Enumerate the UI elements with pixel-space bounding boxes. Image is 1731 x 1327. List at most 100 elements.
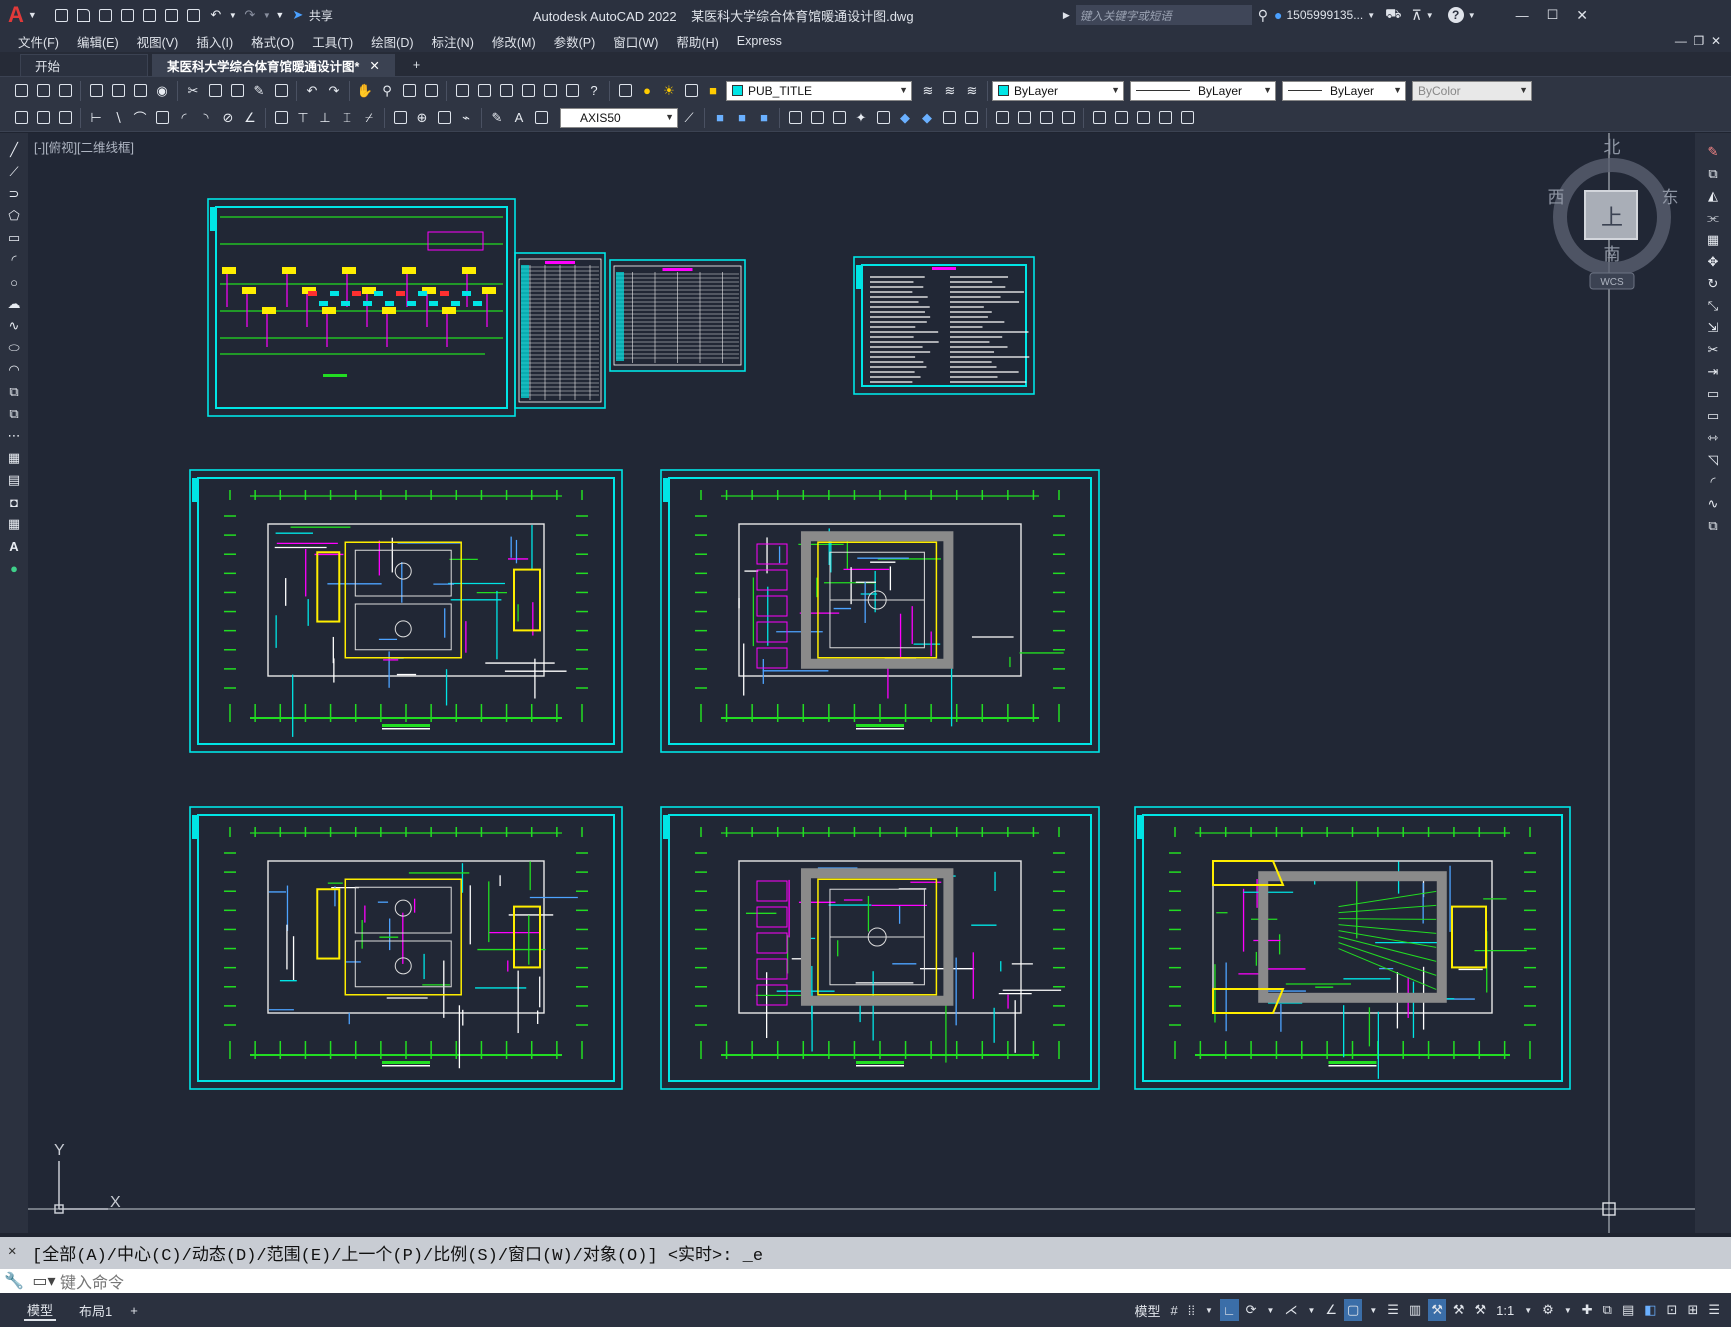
dim-continue-icon[interactable]: ⊥ — [315, 108, 335, 128]
calculator-icon[interactable] — [562, 81, 582, 101]
zoom-realtime-icon[interactable]: ⚲ — [377, 81, 397, 101]
trim-icon[interactable]: ✂ — [1703, 340, 1723, 360]
revcloud-icon[interactable]: ☁ — [4, 294, 24, 314]
extend-icon[interactable]: ⇥ — [1703, 362, 1723, 382]
grid-icon[interactable]: # — [1167, 1299, 1180, 1321]
layout-tab-layout1[interactable]: 布局1 — [76, 1299, 115, 1321]
dimstyle-dropdown[interactable]: AXIS50 ▼ — [560, 107, 678, 128]
mtext-icon[interactable]: A — [4, 536, 24, 556]
compass-south-label[interactable]: 南 — [1604, 245, 1621, 264]
explode-icon[interactable]: ⧉ — [1703, 516, 1723, 536]
annotation-scale[interactable]: 1:1 — [1493, 1299, 1517, 1321]
polygon-icon[interactable]: ⬠ — [4, 206, 24, 226]
point-icon[interactable]: ⋯ — [4, 426, 24, 446]
modify-icon-4[interactable]: ✦ — [851, 108, 871, 128]
arc-icon[interactable]: ◜ — [4, 250, 24, 270]
compass-east-label[interactable]: 东 — [1662, 188, 1679, 207]
dim-update-icon[interactable] — [531, 108, 551, 128]
dim-ordinate-icon[interactable] — [152, 108, 172, 128]
user-dropdown-icon[interactable]: ▼ — [1367, 11, 1375, 20]
array-icon[interactable]: ▦ — [1703, 230, 1723, 250]
command-input[interactable]: 键入命令 — [60, 1269, 124, 1293]
offset-icon[interactable]: ⫘ — [1703, 208, 1723, 228]
lineweight-icon[interactable]: ☰ — [1384, 1299, 1402, 1321]
publish-icon[interactable] — [140, 5, 160, 25]
doc-window-controls[interactable]: — ❐ ✕ — [1675, 34, 1721, 48]
erase-icon[interactable]: ✎ — [1703, 142, 1723, 162]
annotation-visibility-icon[interactable]: ⚒ — [1450, 1299, 1468, 1321]
shade-icon-2[interactable]: ■ — [732, 108, 752, 128]
quick-properties-icon[interactable]: ▤ — [1619, 1299, 1637, 1321]
chamfer-icon[interactable]: ◹ — [1703, 450, 1723, 470]
table-icon[interactable]: ▦ — [4, 514, 24, 534]
gradient-icon[interactable]: ▤ — [4, 470, 24, 490]
match-prop-icon[interactable]: ✎ — [249, 81, 269, 101]
modify-icon-7[interactable]: ◆ — [917, 108, 937, 128]
modify-icon-5[interactable] — [873, 108, 893, 128]
shade-icon-3[interactable]: ■ — [754, 108, 774, 128]
color-dropdown[interactable]: ByLayer ▼ — [992, 80, 1124, 101]
shade-icon-1[interactable]: ■ — [710, 108, 730, 128]
app-menu-dropdown-icon[interactable]: ▼ — [28, 10, 37, 20]
tool-palettes-icon[interactable] — [496, 81, 516, 101]
layer-tool-icon[interactable] — [11, 108, 31, 128]
command-recent-icon[interactable]: ▭▾ — [28, 1271, 60, 1291]
mirror-icon[interactable]: ◭ — [1703, 186, 1723, 206]
model-space-button[interactable]: 模型 — [1131, 1299, 1163, 1321]
polar-icon[interactable]: ⟳ — [1243, 1299, 1260, 1321]
maximize-button[interactable]: ☐ — [1547, 7, 1559, 23]
ortho-icon[interactable]: ∟ — [1219, 1299, 1239, 1321]
dim-edit-icon[interactable]: ✎ — [487, 108, 507, 128]
print-icon[interactable] — [86, 81, 106, 101]
dim-angular-icon[interactable]: ∠ — [240, 108, 260, 128]
move-icon[interactable]: ✥ — [1703, 252, 1723, 272]
isodraft-dropdown-icon[interactable]: ▼ — [1304, 1299, 1318, 1321]
modify-icon-6[interactable]: ◆ — [895, 108, 915, 128]
layout-tab-model[interactable]: 模型 — [24, 1299, 57, 1321]
menu-view[interactable]: 视图(V) — [137, 32, 191, 51]
autocad-logo[interactable]: A — [8, 2, 24, 28]
view-icon-6[interactable] — [1111, 108, 1131, 128]
break-point-icon[interactable]: ▭ — [1703, 384, 1723, 404]
menu-dimension[interactable]: 标注(N) — [432, 32, 486, 51]
menu-edit[interactable]: 编辑(E) — [77, 32, 131, 51]
osnap-icon[interactable]: ▢ — [1344, 1299, 1363, 1321]
menu-tools[interactable]: 工具(T) — [312, 32, 365, 51]
lineweight-dropdown[interactable]: ByLayer ▼ — [1282, 80, 1406, 101]
undo-icon[interactable]: ↶ — [206, 5, 226, 25]
share-button[interactable]: 共享 — [309, 7, 333, 24]
dim-arc-icon[interactable]: ⌒ — [130, 108, 150, 128]
command-close-icon[interactable]: ✕ — [8, 1243, 16, 1260]
plotstyle-dropdown[interactable]: ByColor ▼ — [1412, 80, 1532, 101]
user-name[interactable]: 1505999135... — [1286, 8, 1363, 22]
modify-icon-8[interactable] — [939, 108, 959, 128]
open-file-icon[interactable] — [74, 5, 94, 25]
fillet-icon[interactable]: ◜ — [1703, 472, 1723, 492]
break-icon[interactable]: ▭ — [1703, 406, 1723, 426]
modify-icon-2[interactable] — [807, 108, 827, 128]
insert-block-icon[interactable]: ⧉ — [4, 382, 24, 402]
customization-icon[interactable]: ☰ — [1705, 1299, 1723, 1321]
3d-dwf-icon[interactable]: ◉ — [152, 81, 172, 101]
isolate-objects-icon[interactable]: ◧ — [1641, 1299, 1659, 1321]
clean-screen-icon[interactable]: ⊞ — [1684, 1299, 1701, 1321]
menu-file[interactable]: 文件(F) — [18, 32, 71, 51]
dim-jogged-icon[interactable]: ◝ — [196, 108, 216, 128]
osnap-dropdown-icon[interactable]: ▼ — [1366, 1299, 1380, 1321]
zoom-window-icon[interactable] — [399, 81, 419, 101]
dim-break-icon[interactable]: ⌿ — [359, 108, 379, 128]
polyline-icon[interactable]: ⊃ — [4, 184, 24, 204]
selection-cycling-icon[interactable]: ⚒ — [1428, 1299, 1446, 1321]
copy-object-icon[interactable]: ⧉ — [1703, 164, 1723, 184]
close-button[interactable]: ✕ — [1576, 7, 1588, 24]
workspace-dropdown-icon[interactable]: ▼ — [1561, 1299, 1575, 1321]
tolerance-icon[interactable] — [390, 108, 410, 128]
ellipse-icon[interactable]: ⬭ — [4, 338, 24, 358]
drawing-canvas[interactable]: [-][俯视][二维线框] Y X 上 北 南 东 西 WCS — [28, 133, 1695, 1233]
dim-aligned-icon[interactable]: ∖ — [108, 108, 128, 128]
quick-dim-icon[interactable] — [271, 108, 291, 128]
polar-dropdown-icon[interactable]: ▼ — [1264, 1299, 1278, 1321]
undo-tb-icon[interactable]: ↶ — [302, 81, 322, 101]
view-icon-3[interactable] — [1036, 108, 1056, 128]
qat-dropdown-icon[interactable]: ▼ — [274, 5, 286, 25]
